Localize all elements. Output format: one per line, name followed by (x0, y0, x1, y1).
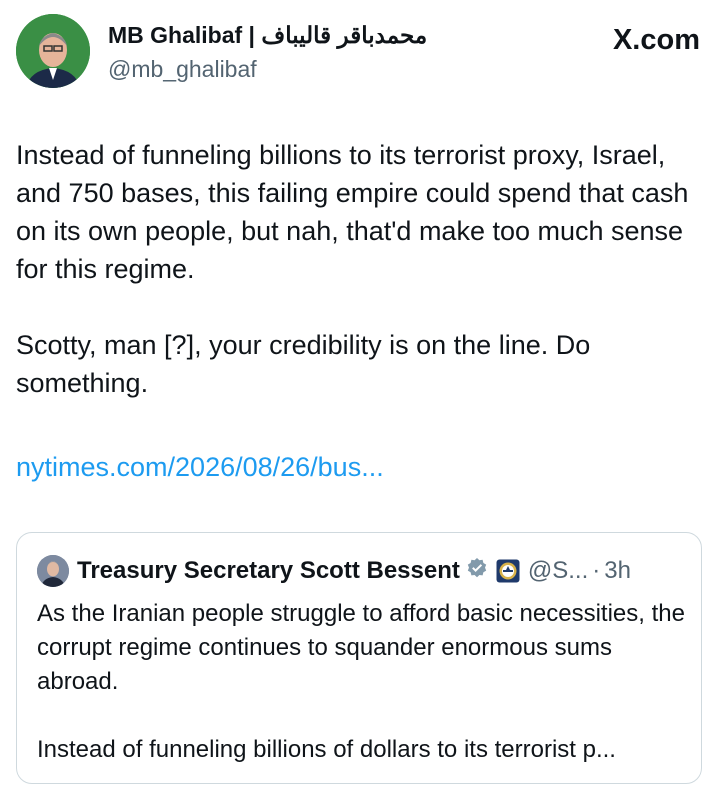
quoted-author-handle[interactable]: @S... (528, 557, 588, 585)
author-avatar[interactable] (16, 14, 90, 88)
verified-badge-icon (466, 557, 488, 586)
quoted-post-card[interactable]: Treasury Secretary Scott Bessent @S... ·… (16, 532, 702, 784)
quoted-paragraph: As the Iranian people struggle to afford… (37, 600, 685, 695)
post-paragraph: Instead of funneling billions to its ter… (16, 140, 689, 284)
article-link[interactable]: nytimes.com/2026/08/26/bus... (16, 452, 384, 483)
author-name[interactable]: MB Ghalibaf | محمدباقر قالیباف (108, 22, 427, 49)
author-handle[interactable]: @mb_ghalibaf (108, 56, 257, 83)
x-logo-icon: X.com (612, 24, 700, 56)
quoted-author-avatar[interactable] (37, 555, 69, 587)
quoted-post-time[interactable]: 3h (604, 557, 631, 585)
header-separator: · (592, 557, 601, 584)
treasury-seal-icon (496, 559, 520, 583)
quoted-post-text: As the Iranian people struggle to afford… (37, 597, 687, 767)
post-text: Instead of funneling billions to its ter… (16, 136, 696, 402)
post-header: MB Ghalibaf | محمدباقر قالیباف @mb_ghali… (16, 12, 700, 90)
source-watermark: X.com (613, 24, 700, 57)
quoted-paragraph: Instead of funneling billions of dollars… (37, 736, 616, 763)
quoted-author-name[interactable]: Treasury Secretary Scott Bessent (77, 557, 460, 585)
post-paragraph: Scotty, man [?], your credibility is on … (16, 330, 591, 398)
quoted-post-header: Treasury Secretary Scott Bessent @S... ·… (37, 555, 631, 587)
